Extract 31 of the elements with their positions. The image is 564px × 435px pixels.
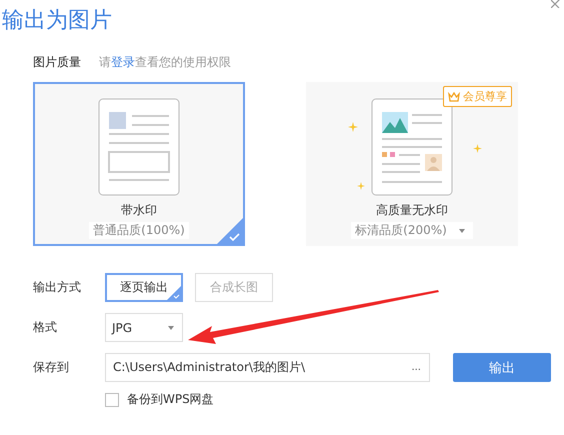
export-button[interactable]: 输出 <box>453 353 551 382</box>
browse-button[interactable]: ... <box>411 362 421 373</box>
document-thumbnail-icon <box>98 98 180 196</box>
field-label: 保存到 <box>33 359 70 376</box>
field-label: 输出方式 <box>33 279 82 296</box>
option-subtitle: 标清品质(200%) <box>355 222 447 239</box>
quality-option-card[interactable]: 高质量无水印 标清品质(200%) 会员尊享 <box>306 82 518 246</box>
crown-icon <box>448 92 460 102</box>
sparkle-icon <box>473 144 482 153</box>
badge-text: 会员尊享 <box>463 89 507 104</box>
format-select[interactable]: JPG <box>105 313 183 342</box>
checkbox-label: 备份到WPS网盘 <box>127 391 214 408</box>
quality-option-card[interactable]: 带水印 普通品质(100%) <box>33 82 245 246</box>
sparkle-icon <box>357 182 365 190</box>
check-corner-icon <box>167 286 181 300</box>
option-title: 高质量无水印 <box>376 202 448 219</box>
quality-label: 图片质量 <box>33 54 81 70</box>
backup-checkbox[interactable] <box>105 392 119 406</box>
output-mode-button[interactable]: 逐页输出 <box>105 273 183 302</box>
check-corner-icon <box>217 218 243 244</box>
dropdown-icon[interactable] <box>458 228 465 232</box>
field-label: 格式 <box>33 319 58 336</box>
option-subtitle: 普通品质(100%) <box>93 222 185 239</box>
dialog-title: 输出为图片 <box>2 7 112 35</box>
document-thumbnail-icon <box>371 98 453 196</box>
close-icon[interactable] <box>551 0 562 8</box>
sparkle-icon <box>348 122 358 132</box>
login-hint: 请登录查看您的使用权限 <box>99 54 231 70</box>
path-field[interactable]: C:\Users\Administrator\我的图片\ ... <box>105 353 430 382</box>
option-title: 带水印 <box>121 202 157 219</box>
login-link[interactable]: 登录 <box>111 54 135 68</box>
